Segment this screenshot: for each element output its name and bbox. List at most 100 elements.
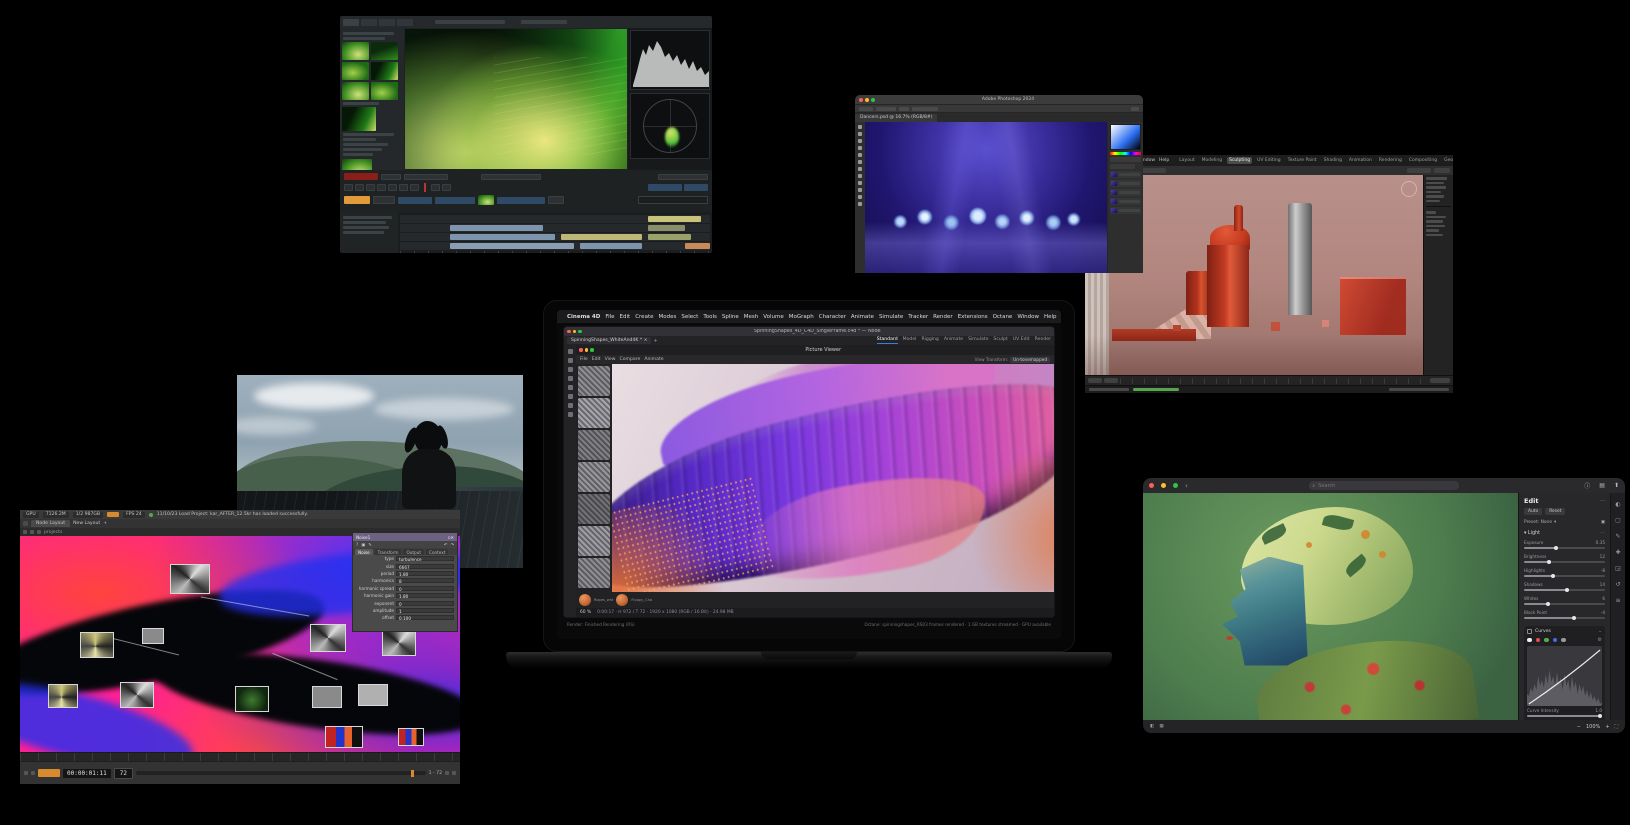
knit-texture-thumbnail[interactable]: [578, 366, 610, 396]
heal-icon[interactable]: ✚: [1615, 549, 1620, 556]
outliner-properties-panel[interactable]: [1423, 175, 1453, 375]
rendered-image[interactable]: [612, 364, 1054, 592]
menu-octane[interactable]: Octane: [993, 314, 1013, 320]
zoom-in-icon[interactable]: +: [1605, 724, 1609, 730]
pane-icon[interactable]: [23, 521, 28, 526]
flame-tab-4[interactable]: [397, 18, 413, 26]
timeline-clip[interactable]: [449, 225, 543, 231]
info-panel-icon[interactable]: ≡: [1615, 597, 1620, 604]
param-input[interactable]: 1.80: [396, 593, 454, 599]
node-box[interactable]: [142, 628, 164, 644]
text-tool-icon[interactable]: [858, 188, 862, 192]
slider-track[interactable]: [1524, 545, 1605, 550]
texture-preview-column[interactable]: [576, 364, 612, 592]
clone-tool-icon[interactable]: [858, 167, 862, 171]
menu-window[interactable]: Window: [1017, 314, 1039, 320]
rotate-icon[interactable]: [567, 385, 573, 390]
panel-close-icon[interactable]: ✕: [450, 535, 454, 540]
c4d-tool-strip[interactable]: [564, 345, 576, 617]
overlay-toggle[interactable]: [1434, 168, 1450, 173]
slider-track[interactable]: [1524, 573, 1605, 578]
adjustments-row[interactable]: [1110, 157, 1141, 162]
grade-thumbnail[interactable]: [478, 195, 494, 205]
eyedropper-tool-icon[interactable]: [858, 153, 862, 157]
zoom-level[interactable]: 100%: [1586, 724, 1600, 730]
play-icon[interactable]: [445, 771, 449, 775]
close-button[interactable]: [567, 329, 571, 334]
source-cell[interactable]: [381, 173, 401, 180]
light-section-header[interactable]: ▾ Light: [1524, 531, 1540, 536]
clip-cell[interactable]: [404, 173, 448, 180]
scale-icon[interactable]: [567, 376, 573, 381]
record-strip[interactable]: [344, 173, 378, 180]
tab-rendering[interactable]: Rendering: [1377, 157, 1404, 164]
close-button[interactable]: [859, 97, 863, 102]
transport-play[interactable]: [388, 183, 397, 191]
pen-tool-icon[interactable]: [858, 195, 862, 199]
undo-icon[interactable]: ↶: [444, 542, 448, 547]
track-headers[interactable]: [340, 212, 398, 253]
move-icon[interactable]: [567, 367, 573, 372]
sidebar-toggle-icon[interactable]: ◧: [1150, 724, 1154, 729]
layer-row[interactable]: [1110, 180, 1141, 187]
minimize-button[interactable]: [572, 329, 576, 334]
colour-mgmt-pill[interactable]: [497, 196, 545, 204]
blender-menu-help[interactable]: Help: [1159, 158, 1169, 163]
timeline-track-3[interactable]: [400, 233, 710, 241]
menu-tracker[interactable]: Tracker: [908, 314, 928, 320]
material-ball-thumbnail[interactable]: [579, 594, 591, 606]
flame-tab-1[interactable]: [343, 18, 359, 26]
collapse-icon[interactable]: ⌄: [1598, 629, 1602, 634]
bookmark-icon[interactable]: [23, 530, 27, 534]
workspace-rigging[interactable]: Rigging: [921, 337, 938, 344]
channel-luma-dot[interactable]: [1561, 637, 1566, 643]
tab-shading[interactable]: Shading: [1322, 157, 1344, 164]
menu-modes[interactable]: Modes: [658, 314, 676, 320]
preset-label[interactable]: Preset: None: [1524, 520, 1552, 525]
loop-icon[interactable]: [452, 771, 456, 775]
add-layout-button[interactable]: +: [103, 521, 107, 526]
pv-menu-file[interactable]: File: [580, 357, 588, 362]
tab-context[interactable]: Context: [426, 549, 449, 555]
clip-thumbnail[interactable]: [342, 42, 369, 60]
light-options-icon[interactable]: ⋯: [1600, 531, 1605, 536]
timeline-ruler[interactable]: [20, 752, 460, 761]
colorbars-node[interactable]: [398, 728, 424, 746]
pv-menu-view[interactable]: View: [605, 357, 616, 362]
zoom-icon[interactable]: [37, 530, 41, 534]
material-ball-thumbnail[interactable]: [616, 594, 629, 606]
tool-preset[interactable]: [859, 106, 873, 111]
menu-select[interactable]: Select: [681, 314, 698, 320]
transport-go-start[interactable]: [344, 183, 353, 191]
menu-animate[interactable]: Animate: [851, 314, 874, 320]
workspace-switcher[interactable]: [1131, 106, 1139, 111]
node-box[interactable]: [358, 684, 388, 706]
snapshot-icon[interactable]: [30, 530, 34, 534]
folder-icon[interactable]: ▣: [361, 542, 365, 547]
curves-options-icon[interactable]: ⚙: [1598, 637, 1602, 643]
reset-button[interactable]: Reset: [1545, 508, 1566, 515]
workspace-standard[interactable]: Standard: [876, 337, 898, 344]
render-icon[interactable]: [567, 403, 573, 408]
grade-bin-pill[interactable]: [398, 196, 432, 204]
tab-uv-editing[interactable]: UV Editing: [1255, 157, 1282, 164]
param-input[interactable]: turbulence: [396, 556, 454, 562]
knit-texture-thumbnail[interactable]: [578, 526, 610, 556]
timeline-clip[interactable]: [449, 234, 555, 240]
history-icon[interactable]: ↺: [1615, 581, 1620, 588]
view-gizmo[interactable]: [1401, 181, 1417, 197]
color-picker-panel[interactable]: [1110, 124, 1141, 150]
menu-volume[interactable]: Volume: [763, 314, 783, 320]
timecode-display[interactable]: 00:00:01:11: [63, 768, 111, 778]
shading-toggle[interactable]: [1407, 168, 1431, 173]
fullscreen-icon[interactable]: ⛶: [1614, 724, 1618, 730]
search-field[interactable]: [638, 196, 708, 204]
timeline-clip[interactable]: [648, 216, 701, 222]
tab-noise[interactable]: Noise: [355, 549, 373, 555]
slider-track[interactable]: [1524, 601, 1605, 606]
workspace-uvedit[interactable]: UV Edit: [1013, 337, 1030, 344]
param-input[interactable]: 0.100: [396, 615, 454, 621]
auto-select-toggle[interactable]: [876, 106, 896, 111]
curves-histogram[interactable]: [1527, 646, 1602, 706]
preset-icon[interactable]: ▣: [1601, 520, 1605, 525]
